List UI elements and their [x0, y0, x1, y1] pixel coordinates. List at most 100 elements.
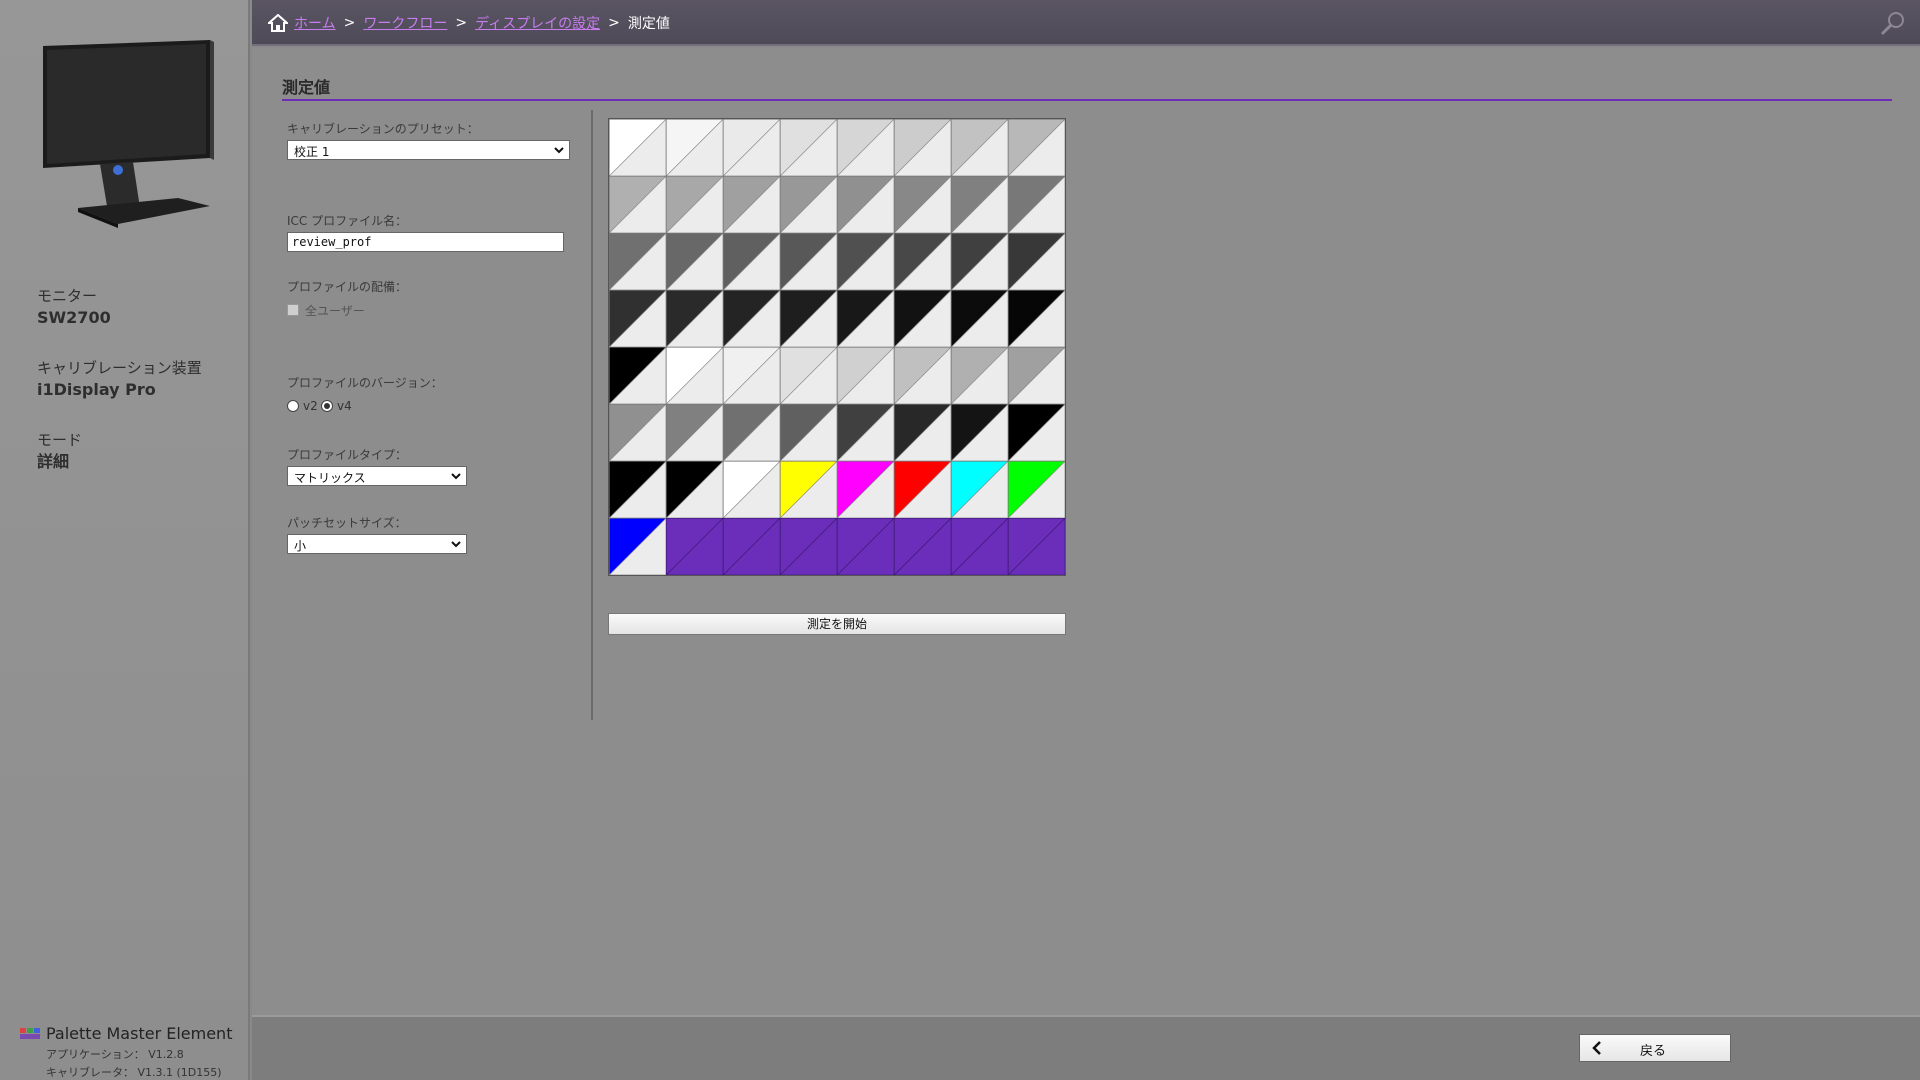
color-patch — [1008, 176, 1066, 234]
color-patch — [666, 290, 724, 348]
mode-label: モード — [37, 431, 83, 449]
color-patch — [951, 119, 1009, 177]
chevron-down-icon — [451, 473, 461, 480]
color-patch — [951, 233, 1009, 291]
all-users-label: 全ユーザー — [305, 304, 365, 318]
profile-type-label: プロファイルタイプ： — [287, 448, 408, 462]
color-patch — [666, 461, 724, 519]
distribution-label: プロファイルの配備： — [287, 280, 408, 294]
preset-select-value: 校正 1 — [294, 145, 330, 159]
version-label: プロファイルのバージョン： — [287, 376, 443, 390]
main-content: 測定値 キャリブレーションのプリセット： 校正 1 ICC プロファイル名： r… — [252, 48, 1920, 1015]
patch-size-select[interactable]: 小 — [287, 534, 467, 554]
color-patch — [609, 347, 667, 405]
color-patch — [1008, 404, 1066, 462]
version-v4-radio[interactable] — [321, 400, 333, 412]
color-patch — [666, 347, 724, 405]
color-patch — [894, 233, 952, 291]
vertical-divider — [591, 110, 593, 720]
version-v2-radio[interactable] — [287, 400, 299, 412]
color-patch — [780, 518, 838, 576]
header-bar: ホーム > ワークフロー > ディスプレイの設定 > 測定値 — [252, 0, 1920, 46]
color-patch — [666, 176, 724, 234]
preset-select[interactable]: 校正 1 — [287, 140, 570, 160]
color-patch — [837, 233, 895, 291]
color-patch — [951, 347, 1009, 405]
color-patch — [894, 347, 952, 405]
patch-size-label: パッチセットサイズ： — [287, 516, 407, 530]
color-patch — [780, 347, 838, 405]
color-patch — [780, 461, 838, 519]
breadcrumb-separator: > — [608, 15, 620, 31]
color-patch — [780, 119, 838, 177]
version-v2-label: v2 — [303, 399, 318, 413]
monitor-image — [43, 40, 214, 228]
color-patch — [609, 518, 667, 576]
icc-profile-name-input[interactable]: review_prof — [287, 232, 564, 252]
color-patch — [951, 518, 1009, 576]
color-patch — [837, 518, 895, 576]
patch-size-value: 小 — [294, 539, 307, 553]
breadcrumb-current: 測定値 — [627, 16, 670, 32]
mode-value: 詳細 — [37, 452, 70, 471]
color-patch — [894, 404, 952, 462]
color-patch — [666, 518, 724, 576]
color-patch — [609, 233, 667, 291]
app-version: アプリケーション： V1.2.8 — [46, 1048, 184, 1061]
back-button[interactable]: 戻る — [1579, 1034, 1731, 1062]
calibrator-version: キャリブレータ： V1.3.1 (1D155) — [46, 1066, 222, 1079]
color-patch — [723, 233, 781, 291]
device-value: i1Display Pro — [37, 380, 156, 399]
color-patch — [609, 119, 667, 177]
all-users-checkbox[interactable] — [287, 304, 299, 316]
mode-info: モード 詳細 — [37, 429, 82, 473]
color-patch — [780, 176, 838, 234]
color-patch — [1008, 461, 1066, 519]
device-label: キャリブレーション装置 — [37, 359, 202, 377]
color-patch — [1008, 233, 1066, 291]
color-patch — [666, 404, 724, 462]
color-patch — [837, 404, 895, 462]
color-patch — [723, 461, 781, 519]
color-patch — [666, 233, 724, 291]
color-patch — [609, 404, 667, 462]
breadcrumb-workflow-link[interactable]: ワークフロー — [363, 13, 447, 33]
color-patch — [780, 290, 838, 348]
preset-label: キャリブレーションのプリセット： — [287, 122, 479, 136]
sidebar: モニター SW2700 キャリブレーション装置 i1Display Pro モー… — [0, 0, 250, 1080]
color-patch — [723, 404, 781, 462]
color-patch — [780, 404, 838, 462]
title-underline — [282, 99, 1892, 101]
back-button-label: 戻る — [1640, 1044, 1667, 1059]
breadcrumb-separator: > — [455, 15, 468, 31]
start-measurement-button[interactable]: 測定を開始 — [608, 613, 1066, 635]
breadcrumb-display-settings-link[interactable]: ディスプレイの設定 — [475, 13, 600, 33]
color-patch — [609, 290, 667, 348]
monitor-info: モニター SW2700 — [37, 285, 111, 329]
color-patch — [837, 290, 895, 348]
color-patch — [723, 119, 781, 177]
app-name: Palette Master Element — [46, 1024, 233, 1043]
patch-grid — [608, 118, 1066, 576]
footer-bar: 戻る — [252, 1015, 1920, 1080]
color-patch — [666, 119, 724, 177]
color-patch — [837, 461, 895, 519]
color-patch — [837, 119, 895, 177]
breadcrumb-home-link[interactable]: ホーム — [294, 13, 336, 33]
chevron-left-icon — [1592, 1041, 1601, 1055]
search-icon[interactable] — [1880, 10, 1906, 36]
icc-label: ICC プロファイル名： — [287, 214, 408, 228]
breadcrumb-separator: > — [343, 15, 356, 31]
device-info: キャリブレーション装置 i1Display Pro — [37, 357, 202, 401]
page-title: 測定値 — [282, 78, 331, 97]
color-patch — [951, 404, 1009, 462]
color-patch — [894, 176, 952, 234]
home-icon[interactable] — [268, 14, 288, 32]
profile-type-value: マトリックス — [294, 471, 366, 485]
profile-type-select[interactable]: マトリックス — [287, 466, 467, 486]
color-patch — [894, 119, 952, 177]
color-patch — [780, 233, 838, 291]
color-patch — [894, 461, 952, 519]
color-patch — [951, 461, 1009, 519]
color-patch — [723, 290, 781, 348]
